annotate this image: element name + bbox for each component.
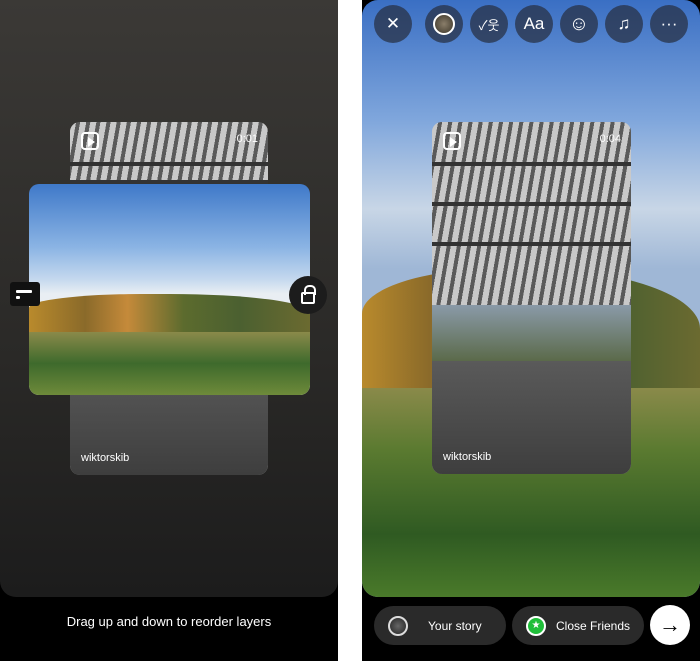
your-story-button[interactable]: Your story (374, 606, 506, 645)
reels-icon (443, 132, 461, 150)
close-friends-label: Close Friends (556, 618, 631, 633)
editor-canvas: 0:01 wiktorskib (0, 0, 338, 597)
text-button[interactable]: Aa (515, 5, 553, 43)
color-button[interactable] (425, 5, 463, 43)
video-duration: 0:01 (236, 133, 258, 145)
more-button[interactable]: ··· (650, 5, 688, 43)
close-button[interactable]: ✕ (374, 5, 412, 43)
video-username: wiktorskib (443, 451, 492, 463)
arrow-right-icon: → (659, 612, 681, 637)
video-username: wiktorskib (81, 452, 130, 464)
music-button[interactable]: ♫ (605, 5, 643, 43)
more-icon: ··· (660, 14, 678, 33)
avatar (388, 615, 408, 636)
your-story-label: Your story (428, 618, 482, 633)
layer-handle-icon[interactable] (10, 282, 40, 306)
close-icon: ✕ (385, 14, 401, 33)
lock-button[interactable] (289, 276, 327, 314)
close-friends-button[interactable]: ★ Close Friends (512, 606, 644, 645)
color-circle-icon (433, 13, 455, 35)
star-icon: ★ (526, 615, 546, 636)
layer-reorder-screen: 0:01 wiktorskib Drag up and down to reor… (0, 0, 338, 661)
next-button[interactable]: → (650, 605, 690, 645)
sticker-button[interactable]: ☺ (560, 5, 598, 43)
video-duration: 0:04 (599, 133, 621, 145)
story-editor-screen: 0:04 wiktorskib ✕ ✓웃 Aa ☺ ♫ ··· Your sto… (362, 0, 700, 661)
reorder-hint: Drag up and down to reorder layers (66, 614, 272, 629)
video-layer[interactable]: 0:04 wiktorskib (432, 122, 631, 474)
lock-icon (301, 285, 316, 304)
music-icon: ♫ (617, 14, 631, 33)
sticker-icon: ☺ (568, 12, 590, 35)
text-icon: Aa (523, 14, 545, 33)
photo-layer[interactable] (29, 184, 310, 395)
story-background-photo: 0:04 wiktorskib (362, 0, 700, 597)
mention-button[interactable]: ✓웃 (470, 5, 508, 43)
mention-icon: ✓웃 (478, 17, 500, 33)
reels-icon (81, 132, 99, 150)
